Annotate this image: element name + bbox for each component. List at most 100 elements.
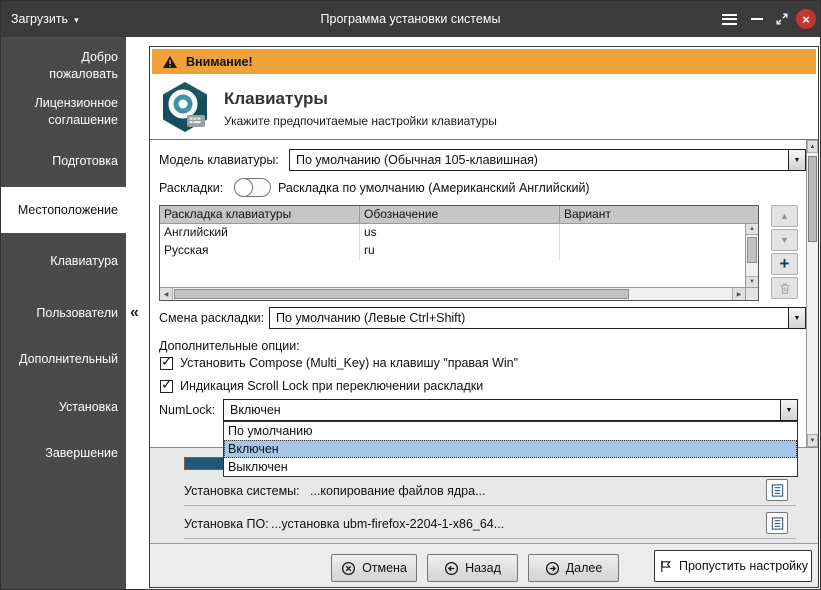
compose-key-label[interactable]: Установить Compose (Multi_Key) на клавиш… — [180, 356, 518, 370]
back-label: Назад — [465, 561, 501, 575]
layouts-label: Раскладки: — [159, 177, 223, 199]
scroll-right-icon[interactable]: ▶ — [732, 288, 745, 300]
caret-down-icon: ▾ — [74, 14, 79, 25]
scrollbar-thumb[interactable] — [808, 156, 817, 242]
scrolllock-indication-label[interactable]: Индикация Scroll Lock при переключении р… — [180, 379, 483, 393]
keyboard-model-select[interactable]: По умолчанию (Обычная 105-клавишная) ▼ — [289, 149, 806, 171]
scrolllock-indication-checkbox[interactable]: ✓ — [160, 380, 173, 393]
scrollbar-thumb[interactable] — [747, 237, 757, 263]
numlock-option-off[interactable]: Выключен — [224, 458, 797, 476]
scrollbar-thumb[interactable] — [174, 289, 629, 299]
scroll-down-icon[interactable]: ▼ — [746, 276, 758, 287]
delete-layout-button[interactable] — [771, 277, 798, 299]
separator — [184, 538, 796, 539]
back-icon — [444, 561, 459, 576]
toggle-knob — [234, 178, 253, 197]
menu-button[interactable] — [718, 9, 740, 29]
cell-code: us — [360, 224, 560, 242]
checkmark-icon: ✓ — [161, 353, 173, 370]
numlock-value: Включен — [224, 403, 780, 417]
numlock-option-on[interactable]: Включен — [224, 440, 797, 458]
footer-bar: Отмена Назад Далее Пропустить настро — [150, 543, 818, 587]
keyboard-model-value: По умолчанию (Обычная 105-клавишная) — [290, 153, 788, 167]
warning-icon — [162, 55, 178, 69]
move-layout-down-button[interactable]: ▼ — [771, 229, 798, 251]
col-header-code[interactable]: Обозначение — [360, 206, 560, 223]
cell-layout: Английский — [160, 224, 360, 242]
warning-banner: Внимание! — [152, 49, 816, 74]
numlock-select[interactable]: Включен ▼ — [223, 399, 798, 421]
sidebar-collapse-chevron[interactable]: « — [130, 304, 139, 322]
cell-code: ru — [360, 242, 560, 260]
header-separator — [150, 139, 818, 140]
keyboard-page-logo — [158, 80, 212, 134]
keyboard-layouts-table: Раскладка клавиатуры Обозначение Вариант… — [159, 205, 759, 301]
page-title: Клавиатуры — [224, 89, 328, 109]
sidebar-item-location[interactable]: Местоположение — [1, 187, 126, 233]
minimize-icon — [751, 18, 763, 20]
numlock-option-default[interactable]: По умолчанию — [224, 422, 797, 440]
cancel-button[interactable]: Отмена — [331, 554, 417, 582]
layout-switch-label: Смена раскладки: — [159, 307, 264, 329]
table-row[interactable]: Английский us — [160, 224, 758, 242]
log-icon — [770, 516, 785, 531]
scroll-down-icon[interactable]: ▼ — [807, 434, 818, 447]
table-row[interactable]: Русская ru — [160, 242, 758, 260]
sidebar-item-license[interactable]: Лицензионное соглашение — [1, 95, 126, 129]
cancel-label: Отмена — [362, 561, 407, 575]
system-log-button[interactable] — [766, 479, 788, 501]
close-button[interactable]: × — [796, 9, 816, 29]
software-install-label: Установка ПО: — [184, 517, 269, 531]
sidebar-item-additional[interactable]: Дополнительный — [1, 351, 126, 368]
next-button[interactable]: Далее — [528, 554, 619, 582]
move-layout-up-button[interactable]: ▲ — [771, 205, 798, 227]
trash-icon — [778, 281, 792, 296]
table-header-row: Раскладка клавиатуры Обозначение Вариант — [160, 206, 758, 224]
hamburger-icon — [722, 11, 737, 27]
system-install-label: Установка системы: — [184, 484, 300, 498]
default-layout-toggle[interactable] — [234, 178, 271, 197]
software-log-button[interactable] — [766, 512, 788, 534]
sidebar-item-keyboard[interactable]: Клавиатура — [1, 253, 126, 270]
dropdown-arrow-icon[interactable]: ▼ — [788, 308, 805, 328]
skip-flag-icon — [658, 559, 673, 574]
compose-key-checkbox[interactable]: ✓ — [160, 357, 173, 370]
main-panel: Внимание! Клавиатуры Укажите предпочитае… — [149, 46, 819, 588]
scroll-up-icon[interactable]: ▲ — [807, 140, 818, 153]
layout-switch-select[interactable]: По умолчанию (Левые Ctrl+Shift) ▼ — [269, 307, 806, 329]
steps-sidebar: Добро пожаловать Лицензионное соглашение… — [1, 37, 126, 589]
add-layout-button[interactable]: + — [771, 253, 798, 275]
load-menu-button[interactable]: Загрузить ▾ — [11, 1, 79, 37]
scroll-up-icon[interactable]: ▲ — [746, 224, 758, 235]
close-icon: × — [802, 13, 810, 26]
form-vertical-scrollbar[interactable]: ▲ ▼ — [806, 140, 818, 447]
expand-icon — [775, 12, 789, 26]
layouts-hint: Раскладка по умолчанию (Американский Анг… — [278, 177, 590, 199]
sidebar-item-installation[interactable]: Установка — [1, 399, 126, 416]
dropdown-arrow-icon[interactable]: ▼ — [788, 150, 805, 170]
expand-button[interactable] — [771, 9, 793, 29]
minimize-button[interactable] — [746, 9, 768, 29]
separator — [184, 505, 796, 506]
back-button[interactable]: Назад — [427, 554, 518, 582]
table-horizontal-scrollbar[interactable]: ◀ ▶ — [160, 287, 745, 300]
numlock-dropdown-list: По умолчанию Включен Выключен — [223, 421, 798, 477]
system-install-status: ...копирование файлов ядра... — [310, 484, 486, 498]
col-header-variant[interactable]: Вариант — [560, 206, 758, 223]
sidebar-item-users[interactable]: Пользователи — [1, 305, 126, 322]
load-menu-label: Загрузить — [11, 12, 68, 26]
scroll-left-icon[interactable]: ◀ — [160, 288, 173, 300]
cell-layout: Русская — [160, 242, 360, 260]
sidebar-item-welcome[interactable]: Добро пожаловать — [1, 49, 126, 83]
titlebar: Загрузить ▾ Программа установки системы … — [1, 1, 820, 37]
next-icon — [545, 561, 560, 576]
skip-settings-button[interactable]: Пропустить настройку — [654, 550, 812, 582]
dropdown-arrow-icon[interactable]: ▼ — [780, 400, 797, 420]
table-vertical-scrollbar[interactable]: ▲ ▼ — [745, 224, 758, 287]
col-header-layout[interactable]: Раскладка клавиатуры — [160, 206, 360, 223]
layout-switch-value: По умолчанию (Левые Ctrl+Shift) — [270, 311, 788, 325]
sidebar-item-finish[interactable]: Завершение — [1, 445, 126, 462]
sidebar-item-preparation[interactable]: Подготовка — [1, 153, 126, 170]
software-install-status: ...установка ubm-firefox-2204-1-x86_64..… — [271, 517, 504, 531]
page-subtitle: Укажите предпочитаемые настройки клавиат… — [224, 114, 497, 128]
